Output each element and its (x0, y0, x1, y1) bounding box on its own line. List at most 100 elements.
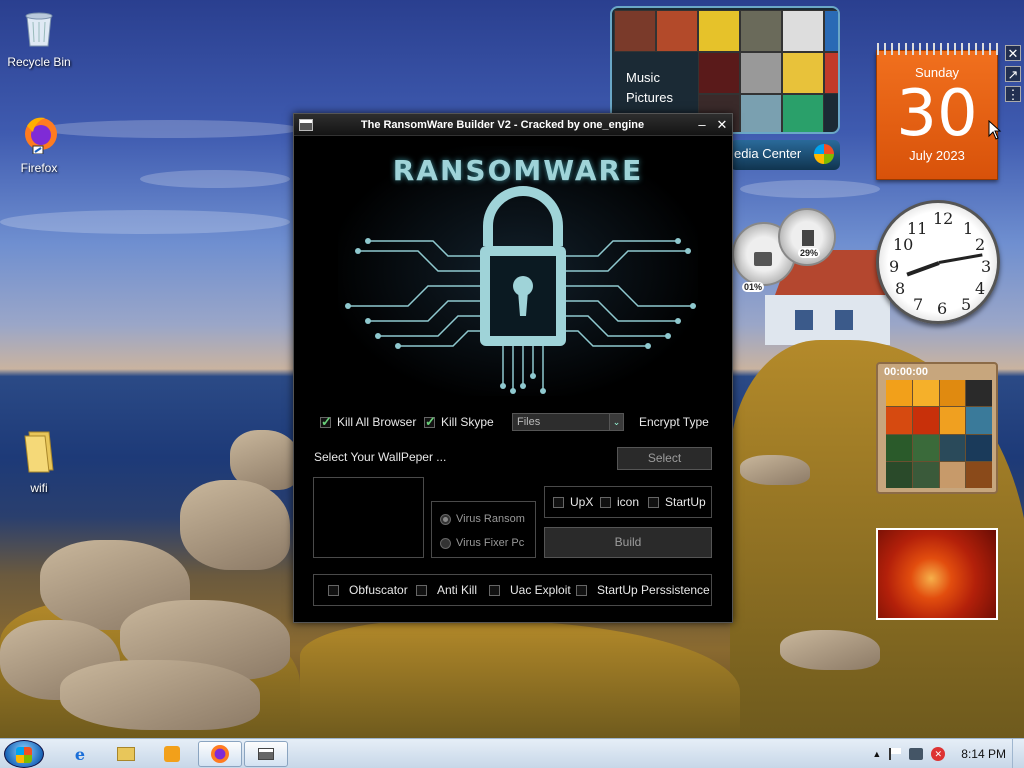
desktop-icon-recycle-bin[interactable]: Recycle Bin (3, 8, 75, 69)
desktop-icon-label: Firefox (20, 161, 58, 175)
firefox-icon (25, 117, 57, 155)
media-tile (740, 94, 782, 132)
select-wallpaper-label: Select Your WallPeper ... (314, 450, 447, 464)
network-icon[interactable] (909, 748, 924, 760)
puzzle-timer: 00:00:00 (884, 366, 929, 378)
checkbox-box (424, 414, 436, 430)
cloud (740, 180, 880, 198)
puzzle-grid[interactable] (886, 380, 992, 488)
checkbox-label: Kill Skype (441, 415, 494, 429)
clock-numeral: 5 (961, 295, 972, 314)
close-icon[interactable]: ✕ (1005, 45, 1021, 61)
media-item-music[interactable]: Music (626, 70, 660, 85)
encrypt-type-select[interactable]: Files ⌄ (512, 413, 624, 431)
memory-meter-value: 29% (798, 248, 821, 258)
calendar-rings (877, 43, 999, 55)
cloud (140, 170, 290, 188)
rock (780, 630, 880, 670)
kill-skype-checkbox[interactable]: Kill Skype (424, 414, 494, 430)
taskbar-internet-explorer[interactable]: e (58, 741, 102, 767)
resize-icon[interactable]: ↗ (1005, 66, 1021, 82)
windows-logo-icon (16, 747, 32, 763)
build-button[interactable]: Build (544, 527, 712, 558)
taskbar-ransomware-builder[interactable] (244, 741, 288, 767)
taskbar-clock[interactable]: 8:14 PM (961, 747, 1006, 761)
drag-handle-icon[interactable]: ⋮ (1005, 86, 1021, 102)
calendar-gadget[interactable]: Sunday 30 July 2023 (876, 43, 999, 180)
media-center-bar[interactable]: edia Center (730, 140, 840, 170)
chevron-down-icon[interactable]: ⌄ (609, 414, 623, 430)
clock-numeral: 12 (933, 209, 954, 228)
taskbar-firefox[interactable] (198, 741, 242, 767)
checkbox-label: Obfuscator (349, 583, 408, 597)
checkbox-box (328, 584, 339, 596)
minimize-button[interactable]: ‒ (692, 117, 712, 132)
folder-icon (24, 431, 54, 473)
checkbox-box (489, 584, 500, 596)
slideshow-gadget[interactable] (876, 528, 998, 620)
startup-checkbox[interactable]: StartUp (648, 495, 706, 509)
close-button[interactable]: ✕ (712, 117, 732, 133)
media-item-pictures[interactable]: Pictures (626, 90, 673, 105)
folder-icon (117, 747, 135, 761)
system-tray: ▲ ✕ 8:14 PM (872, 739, 1006, 768)
show-desktop-button[interactable] (1012, 739, 1024, 768)
clock-numeral: 1 (963, 219, 974, 238)
checkbox-label: UpX (570, 495, 594, 509)
anti-kill-checkbox[interactable]: Anti Kill (416, 583, 477, 597)
radio-label: Virus Ransom (456, 513, 525, 525)
radio-dot (440, 537, 451, 549)
desktop-icon-wifi[interactable]: wifi (3, 428, 75, 495)
checkbox-label: Uac Exploit (510, 583, 571, 597)
virus-ransom-radio[interactable]: Virus Ransom (440, 513, 525, 525)
checkbox-label: StartUp Perssistence (597, 583, 710, 597)
media-player-icon (164, 746, 180, 762)
window-titlebar[interactable]: The RansomWare Builder V2 - Cracked by o… (294, 114, 732, 136)
cpu-icon (754, 252, 772, 266)
uac-exploit-checkbox[interactable]: Uac Exploit (489, 583, 571, 597)
calendar-month-year: July 2023 (909, 148, 965, 163)
memory-meter-gauge[interactable]: 29% (778, 208, 836, 266)
kill-all-browser-checkbox[interactable]: Kill All Browser (320, 414, 417, 430)
virus-fixer-radio[interactable]: Virus Fixer Pc (440, 537, 524, 549)
encrypt-type-label: Encrypt Type (639, 415, 709, 429)
startup-persistence-checkbox[interactable]: StartUp Perssistence (576, 583, 710, 597)
clock-numeral: 2 (975, 235, 986, 254)
media-tile (698, 52, 740, 94)
clock-numeral: 3 (981, 257, 992, 276)
desktop-icon-firefox[interactable]: Firefox (3, 114, 75, 175)
taskbar: e ▲ ✕ 8:14 PM (0, 738, 1024, 768)
clock-numeral: 9 (889, 257, 900, 276)
calendar-day-number: 30 (896, 77, 978, 151)
internet-explorer-icon: e (74, 744, 86, 764)
tray-expand-icon[interactable]: ▲ (872, 749, 881, 759)
checkbox-label: StartUp (665, 495, 706, 509)
clock-numeral: 8 (895, 279, 906, 298)
upx-checkbox[interactable]: UpX (553, 495, 593, 509)
media-tile (782, 10, 824, 52)
taskbar-media-player[interactable] (150, 741, 194, 767)
start-button[interactable] (4, 740, 44, 768)
clock-numeral: 11 (907, 219, 928, 238)
media-center-brand: edia Center (734, 146, 802, 161)
clock-numeral: 6 (937, 299, 948, 318)
media-tile (824, 52, 838, 94)
action-center-flag-icon[interactable] (889, 748, 902, 760)
volume-muted-icon[interactable]: ✕ (931, 747, 946, 761)
checkbox-label: Kill All Browser (337, 415, 417, 429)
checkbox-box (576, 584, 587, 596)
checkbox-box (648, 496, 659, 508)
obfuscator-checkbox[interactable]: Obfuscator (328, 583, 408, 597)
recycle-bin-icon (25, 12, 53, 47)
picture-puzzle-gadget[interactable]: 00:00:00 (876, 362, 998, 494)
memory-icon (802, 230, 814, 246)
media-tile (740, 52, 782, 94)
media-tile (824, 10, 838, 52)
media-tile (614, 10, 656, 52)
icon-checkbox[interactable]: icon (600, 495, 639, 509)
clock-gadget[interactable]: 12 1 2 3 4 5 6 7 8 9 10 11 (876, 200, 1000, 324)
windows-logo-icon (814, 144, 834, 164)
checkbox-label: Anti Kill (437, 583, 478, 597)
select-wallpaper-button[interactable]: Select (617, 447, 712, 470)
taskbar-explorer[interactable] (104, 741, 148, 767)
